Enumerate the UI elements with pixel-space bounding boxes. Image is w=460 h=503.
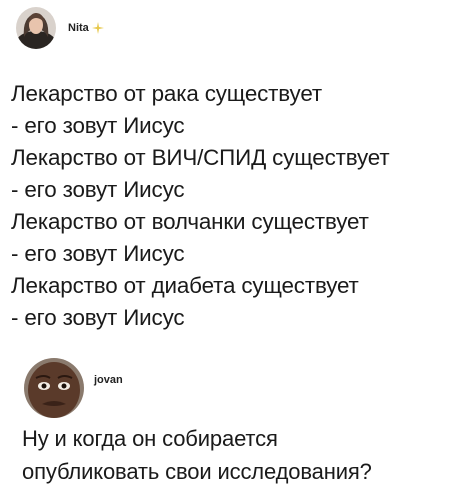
post-line: Лекарство от ВИЧ/СПИД существует: [11, 145, 390, 170]
post-line: опубликовать свои исследования?: [22, 459, 372, 484]
avatar-nita[interactable]: [16, 7, 56, 49]
post-line: Лекарство от волчанки существует: [11, 209, 369, 234]
post-header: jovan: [24, 358, 123, 418]
post-line: - его зовут Иисус: [11, 113, 185, 138]
post-line: Лекарство от диабета существует: [11, 273, 359, 298]
avatar-jovan[interactable]: [24, 358, 84, 418]
author-name: Nita: [68, 22, 89, 34]
post-line: - его зовут Иисус: [11, 177, 185, 202]
post-text: Лекарство от рака существует - его зовут…: [11, 78, 390, 334]
username-jovan[interactable]: jovan: [94, 374, 123, 386]
post-line: Лекарство от рака существует: [11, 81, 322, 106]
username-nita[interactable]: Nita: [68, 22, 104, 34]
sparkle-icon: [91, 22, 104, 34]
post-header: Nita: [16, 6, 104, 50]
author-name: jovan: [94, 374, 123, 386]
post-line: - его зовут Иисус: [11, 305, 185, 330]
post-line: Ну и когда он собирается: [22, 426, 278, 451]
post-line: - его зовут Иисус: [11, 241, 185, 266]
post-text: Ну и когда он собирается опубликовать св…: [22, 422, 372, 488]
